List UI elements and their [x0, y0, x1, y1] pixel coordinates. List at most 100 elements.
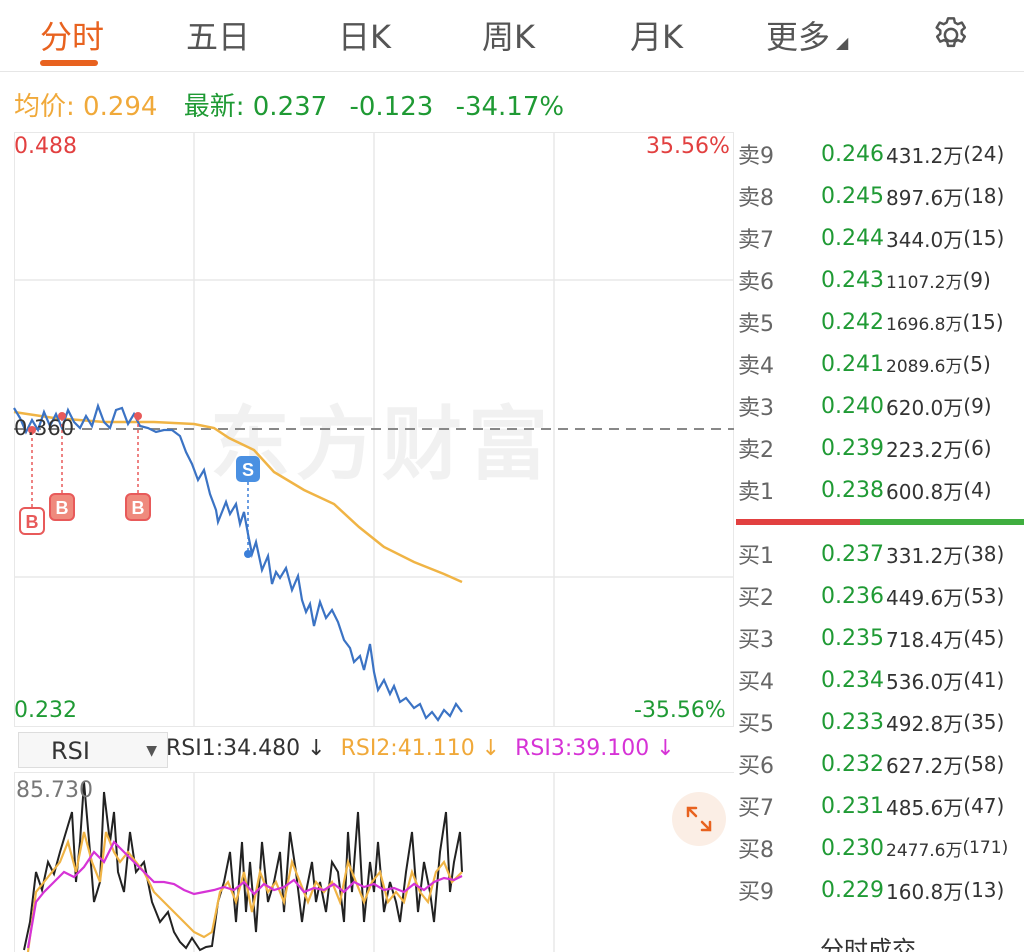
- bid-price: 0.232: [821, 751, 884, 777]
- ask-volume: 223.2万: [886, 437, 964, 462]
- bid-row[interactable]: 买8 0.230 2477.6万 (171): [736, 827, 1024, 869]
- ask-price: 0.246: [821, 141, 884, 167]
- bid-volume: 331.2万: [886, 543, 964, 568]
- bid-price: 0.237: [821, 541, 884, 567]
- ask-level: 卖1: [738, 480, 774, 505]
- indicator-select-value: RSI: [51, 737, 90, 765]
- ask-count: (18): [963, 184, 1005, 208]
- tab-five-day[interactable]: 五日: [186, 12, 250, 58]
- caret-down-icon: ◢: [836, 33, 849, 52]
- intraday-chart[interactable]: B B B S: [13, 132, 734, 727]
- ask-row[interactable]: 卖6 0.243 1107.2万 (9): [736, 259, 1024, 301]
- bid-volume: 485.6万: [886, 795, 964, 820]
- ask-price: 0.240: [821, 393, 884, 419]
- bid-price: 0.229: [821, 877, 884, 903]
- bid-row[interactable]: 买7 0.231 485.6万 (47): [736, 785, 1024, 827]
- bid-row[interactable]: 买3 0.235 718.4万 (45): [736, 617, 1024, 659]
- tab-weekly-k[interactable]: 周K: [482, 12, 535, 58]
- ask-row[interactable]: 卖1 0.238 600.8万 (4): [736, 469, 1024, 511]
- ask-level: 卖5: [738, 312, 774, 337]
- bid-volume: 492.8万: [886, 711, 964, 736]
- bid-row[interactable]: 买2 0.236 449.6万 (53): [736, 575, 1024, 617]
- bid-price: 0.236: [821, 583, 884, 609]
- ask-count: (6): [963, 436, 992, 460]
- tab-monthly-k[interactable]: 月K: [630, 12, 683, 58]
- sell-marker-label: S: [242, 460, 254, 480]
- bid-row[interactable]: 买4 0.234 536.0万 (41): [736, 659, 1024, 701]
- expand-icon: [686, 806, 712, 832]
- rsi-chart[interactable]: [14, 772, 734, 952]
- tab-more[interactable]: 更多 ◢: [766, 12, 848, 58]
- ask-level: 卖7: [738, 228, 774, 253]
- buy-marker-3-label: B: [132, 498, 145, 518]
- latest-value: 0.237: [252, 92, 328, 122]
- ask-row[interactable]: 卖9 0.246 431.2万 (24): [736, 133, 1024, 175]
- ask-volume: 1107.2万: [886, 272, 963, 293]
- bid-book: 买1 0.237 331.2万 (38) 买2 0.236 449.6万 (53) 买3 0.…: [736, 533, 1024, 911]
- bid-level: 买1: [738, 544, 774, 569]
- ask-volume: 897.6万: [886, 185, 964, 210]
- bid-price: 0.231: [821, 793, 884, 819]
- bid-count: (13): [963, 878, 1005, 902]
- ask-row[interactable]: 卖5 0.242 1696.8万 (15): [736, 301, 1024, 343]
- bid-level: 买3: [738, 628, 774, 653]
- ask-volume: 431.2万: [886, 143, 964, 168]
- ask-count: (15): [962, 310, 1004, 334]
- rsi1-line: [23, 781, 463, 952]
- ask-volume: 2089.6万: [886, 356, 963, 377]
- bid-count: (35): [963, 710, 1005, 734]
- bid-price: 0.230: [821, 835, 884, 861]
- tab-intraday[interactable]: 分时: [40, 12, 104, 58]
- price-line: [13, 402, 463, 722]
- price-high-label: 0.488: [14, 134, 77, 159]
- ask-price: 0.239: [821, 435, 884, 461]
- change-pct: -34.17%: [455, 92, 565, 122]
- bid-row[interactable]: 买6 0.232 627.2万 (58): [736, 743, 1024, 785]
- indicator-toolbar: RSI ▼ RSI1:34.480 ↓ RSI2:41.110 ↓ RSI3:3…: [14, 730, 734, 770]
- ask-row[interactable]: 卖3 0.240 620.0万 (9): [736, 385, 1024, 427]
- buy-marker-3[interactable]: B: [125, 493, 151, 521]
- ask-count: (5): [962, 352, 991, 376]
- bid-row[interactable]: 买1 0.237 331.2万 (38): [736, 533, 1024, 575]
- buy-marker-2[interactable]: B: [49, 493, 75, 521]
- ask-level: 卖3: [738, 396, 774, 421]
- bid-level: 买2: [738, 586, 774, 611]
- bid-count: (38): [963, 542, 1005, 566]
- buy-marker-1-label: B: [26, 512, 39, 532]
- active-tab-underline: [40, 60, 98, 66]
- ask-count: (15): [963, 226, 1005, 250]
- bid-count: (47): [963, 794, 1005, 818]
- ask-row[interactable]: 卖4 0.241 2089.6万 (5): [736, 343, 1024, 385]
- bid-volume: 160.8万: [886, 879, 964, 904]
- ask-price: 0.238: [821, 477, 884, 503]
- ask-row[interactable]: 卖7 0.244 344.0万 (15): [736, 217, 1024, 259]
- bid-price: 0.233: [821, 709, 884, 735]
- ask-count: (9): [962, 268, 991, 292]
- prev-close-label: 0.360: [14, 416, 75, 440]
- ask-row[interactable]: 卖8 0.245 897.6万 (18): [736, 175, 1024, 217]
- rsi1-value: RSI1:34.480 ↓: [166, 736, 326, 761]
- buy-marker-1[interactable]: B: [19, 507, 45, 535]
- tick-trades-link[interactable]: 分时成交: [820, 930, 916, 952]
- bid-row[interactable]: 买5 0.233 492.8万 (35): [736, 701, 1024, 743]
- caret-down-icon: ▼: [146, 743, 157, 759]
- ask-price: 0.244: [821, 225, 884, 251]
- tab-daily-k[interactable]: 日K: [338, 12, 391, 58]
- ask-price: 0.245: [821, 183, 884, 209]
- buy-marker-2-label: B: [56, 498, 69, 518]
- ask-row[interactable]: 卖2 0.239 223.2万 (6): [736, 427, 1024, 469]
- bid-row[interactable]: 买9 0.229 160.8万 (13): [736, 869, 1024, 911]
- bid-volume: 449.6万: [886, 585, 964, 610]
- change-value: -0.123: [349, 92, 434, 122]
- fullscreen-button[interactable]: [672, 792, 726, 846]
- bid-count: (58): [963, 752, 1005, 776]
- sell-marker[interactable]: S: [236, 456, 260, 482]
- latest-label: 最新:: [183, 92, 245, 122]
- ask-count: (4): [963, 478, 992, 502]
- indicator-select[interactable]: RSI ▼: [18, 732, 168, 768]
- tab-more-label: 更多: [766, 18, 831, 56]
- gear-icon[interactable]: [930, 14, 972, 56]
- bid-price: 0.235: [821, 625, 884, 651]
- avg-label: 均价:: [14, 92, 75, 122]
- bid-level: 买8: [738, 838, 774, 863]
